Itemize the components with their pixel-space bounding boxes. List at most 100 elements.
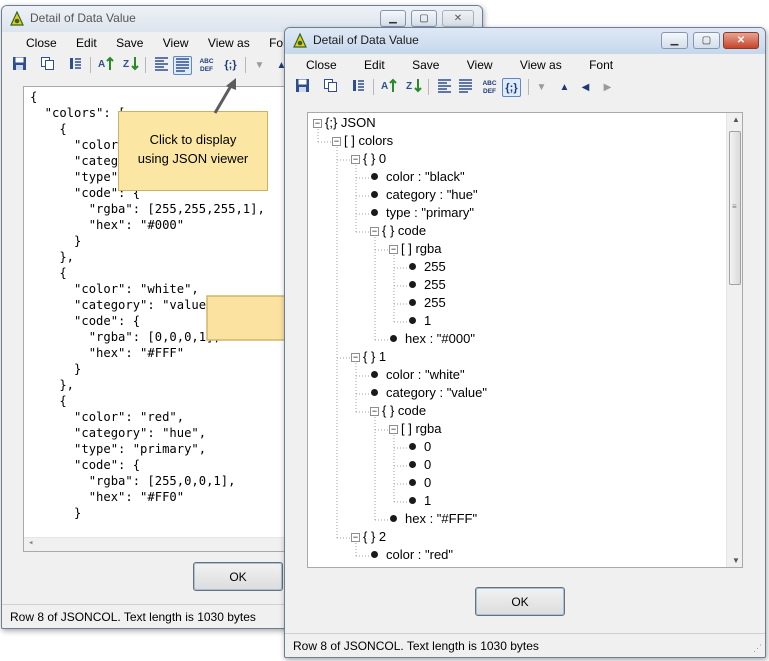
collapse-toggle-icon[interactable]: − xyxy=(351,533,360,542)
save-icon[interactable] xyxy=(293,78,312,97)
tree-label: { } 2 xyxy=(363,529,387,544)
json-tree-panel[interactable]: − {;} JSON −[ ] colors −{ } 0 color : "black… xyxy=(307,112,743,568)
menu-close[interactable]: Close xyxy=(299,54,344,76)
code-line: } xyxy=(30,362,82,376)
svg-text:Z: Z xyxy=(406,81,412,92)
align-left-icon[interactable] xyxy=(435,78,454,97)
tree-leaf[interactable]: 255 xyxy=(409,295,446,310)
menu-view-as[interactable]: View as xyxy=(513,54,569,76)
title-bar[interactable]: Detail of Data Value ▁ ▢ ✕ xyxy=(285,28,765,54)
scroll-left-arrow[interactable]: ◂ xyxy=(28,538,33,548)
collapse-toggle-icon[interactable]: − xyxy=(351,155,360,164)
sort-desc-icon[interactable]: Z xyxy=(405,78,424,97)
scroll-down-arrow[interactable]: ▼ xyxy=(732,556,740,565)
close-window-button[interactable]: ✕ xyxy=(442,10,474,27)
menu-font[interactable]: Font xyxy=(582,54,620,76)
tree-leaf[interactable]: hex : "#000" xyxy=(390,331,475,346)
copy-icon[interactable] xyxy=(38,56,57,75)
triangle-up-icon[interactable]: ▲ xyxy=(555,78,574,97)
menu-view[interactable]: View xyxy=(156,32,196,54)
sort-desc-icon[interactable]: Z xyxy=(122,56,141,75)
triangle-right-icon[interactable]: ▶ xyxy=(598,78,617,97)
minimize-button[interactable]: ▁ xyxy=(380,10,406,27)
save-icon[interactable] xyxy=(10,56,29,75)
tree-label: 0 xyxy=(424,457,432,472)
vertical-scrollbar[interactable]: ▲ ≡ ▼ xyxy=(726,113,742,567)
tree-node[interactable]: −{ } code xyxy=(370,403,426,418)
align-justify-icon[interactable] xyxy=(173,56,192,75)
collapse-toggle-icon[interactable]: − xyxy=(313,119,322,128)
align-left-icon[interactable] xyxy=(152,56,171,75)
menu-view-as[interactable]: View as xyxy=(201,32,257,54)
columns-icon[interactable] xyxy=(349,78,368,97)
tree-leaf[interactable]: 0 xyxy=(409,439,431,454)
tree-node[interactable]: −{ } 1 xyxy=(351,349,386,364)
columns-icon[interactable] xyxy=(66,56,85,75)
tree-leaf[interactable]: 255 xyxy=(409,259,446,274)
tree-label: 1 xyxy=(424,493,432,508)
tree-leaf[interactable]: 1 xyxy=(409,493,431,508)
abc-def-icon[interactable]: ABC DEF xyxy=(480,78,499,97)
close-window-button[interactable]: ✕ xyxy=(723,32,759,49)
tree-label: type : "primary" xyxy=(386,205,474,220)
ok-button[interactable]: OK xyxy=(475,587,565,616)
tree-leaf[interactable]: hex : "#FFF" xyxy=(390,511,477,526)
collapse-toggle-icon[interactable]: − xyxy=(370,227,379,236)
minimize-button[interactable]: ▁ xyxy=(661,32,688,49)
menu-edit[interactable]: Edit xyxy=(69,32,104,54)
tree-node[interactable]: −[ ] rgba xyxy=(389,241,441,256)
menu-view[interactable]: View xyxy=(460,54,500,76)
collapse-toggle-icon[interactable]: − xyxy=(389,245,398,254)
code-line: "hex": "#FFF" xyxy=(30,346,185,360)
tree-node[interactable]: − {;} JSON xyxy=(313,115,376,130)
json-view-icon[interactable]: {;} xyxy=(502,78,521,97)
horizontal-scrollbar[interactable]: ◂ xyxy=(24,537,287,551)
collapse-toggle-icon[interactable]: − xyxy=(332,137,341,146)
svg-text:A: A xyxy=(381,81,388,92)
tree-node[interactable]: −[ ] rgba xyxy=(389,421,441,436)
menu-save[interactable]: Save xyxy=(109,32,150,54)
tree-node[interactable]: −{ } 2 xyxy=(351,529,386,544)
tree-leaf[interactable]: color : "red" xyxy=(371,547,453,562)
menu-close[interactable]: Close xyxy=(19,32,64,54)
tree-leaf[interactable]: category : "value" xyxy=(371,385,487,400)
align-justify-icon[interactable] xyxy=(456,78,475,97)
triangle-down-icon[interactable]: ▼ xyxy=(250,56,269,75)
code-line: "category": "value", xyxy=(30,298,221,312)
collapse-toggle-icon[interactable]: − xyxy=(351,353,360,362)
sort-asc-icon[interactable]: A xyxy=(97,56,116,75)
tree-node[interactable]: −{ } 0 xyxy=(351,151,386,166)
tree-label: 255 xyxy=(424,295,446,310)
menu-edit[interactable]: Edit xyxy=(357,54,392,76)
sort-asc-icon[interactable]: A xyxy=(380,78,399,97)
menu-save[interactable]: Save xyxy=(405,54,446,76)
tree-leaf[interactable]: type : "primary" xyxy=(371,205,474,220)
tree-node[interactable]: −[ ] colors xyxy=(332,133,393,148)
triangle-down-icon[interactable]: ▼ xyxy=(532,78,551,97)
collapse-toggle-icon[interactable]: − xyxy=(389,425,398,434)
triangle-left-icon[interactable]: ◀ xyxy=(576,78,595,97)
scroll-thumb[interactable]: ≡ xyxy=(729,131,741,285)
maximize-button[interactable]: ▢ xyxy=(693,32,720,49)
tree-leaf[interactable]: color : "black" xyxy=(371,169,465,184)
collapse-toggle-icon[interactable]: − xyxy=(370,407,379,416)
code-line: "category": "hue", xyxy=(30,426,207,440)
tree-leaf[interactable]: category : "hue" xyxy=(371,187,478,202)
maximize-button[interactable]: ▢ xyxy=(411,10,437,27)
tree-leaf[interactable]: color : "white" xyxy=(371,367,465,382)
abc-def-icon[interactable]: ABC DEF xyxy=(197,56,216,75)
scroll-up-arrow[interactable]: ▲ xyxy=(732,115,740,124)
tree-label: { } 1 xyxy=(363,349,387,364)
resize-grip-icon[interactable]: ⋰ xyxy=(753,643,762,654)
tree-node[interactable]: −{ } code xyxy=(370,223,426,238)
tree-leaf[interactable]: 255 xyxy=(409,277,446,292)
ok-button[interactable]: OK xyxy=(193,562,283,591)
tree-leaf[interactable]: 0 xyxy=(409,457,431,472)
code-line: "color": "white", xyxy=(30,282,199,296)
code-line: "rgba": [255,255,255,1], xyxy=(30,202,265,216)
tree-leaf[interactable]: 1 xyxy=(409,313,431,328)
json-view-icon[interactable]: {;} xyxy=(221,56,240,75)
tree-leaf[interactable]: 0 xyxy=(409,475,431,490)
bullet-icon xyxy=(409,479,416,486)
copy-icon[interactable] xyxy=(321,78,340,97)
